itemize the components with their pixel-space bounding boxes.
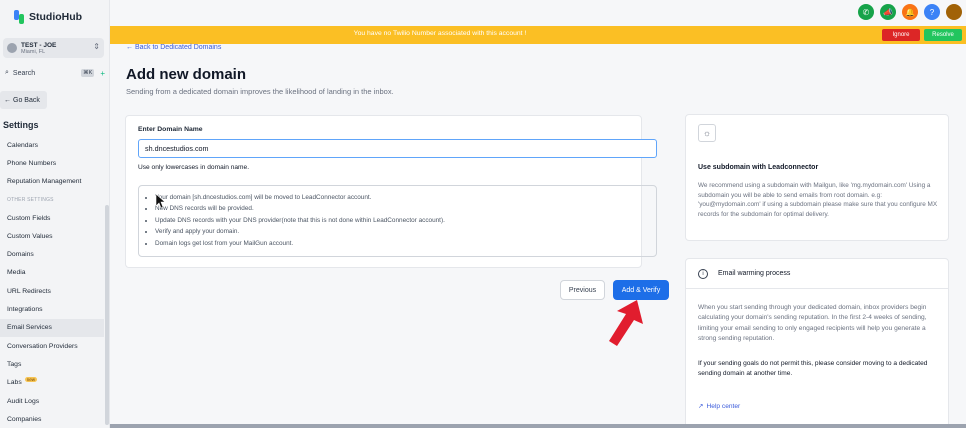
red-arrow-annotation	[609, 300, 643, 346]
sidebar-item-label: Reputation Management	[7, 178, 82, 186]
sidebar-item-domains[interactable]: Domains	[0, 245, 104, 263]
phone-icon[interactable]: ✆	[858, 4, 874, 20]
sidebar-item-label: OTHER SETTINGS	[7, 196, 54, 203]
megaphone-icon[interactable]: 📣	[880, 4, 896, 20]
migration-step: Your domain [sh.dncestudios.com] will be…	[155, 192, 656, 203]
brand-logo[interactable]: StudioHub	[14, 10, 82, 24]
bell-icon[interactable]: 🔔	[902, 4, 918, 20]
sidebar-item-audit-logs[interactable]: Audit Logs	[0, 392, 104, 410]
go-back-button[interactable]: ← Go Back	[0, 91, 47, 109]
mouse-cursor-icon	[156, 194, 166, 208]
search-shortcut: ⌘K	[81, 69, 95, 77]
external-link-icon: ↗	[698, 403, 704, 410]
sidebar-item-label: URL Redirects	[7, 287, 51, 295]
email-warming-card: i Email warming process When you start s…	[685, 258, 949, 428]
user-avatar[interactable]	[946, 4, 962, 20]
go-back-label: Go Back	[13, 96, 40, 104]
top-icon-bar: ✆ 📣 🔔?	[858, 4, 962, 20]
logo-icon	[14, 10, 25, 24]
account-switcher[interactable]: TEST - JOE Miami, FL ⇕	[3, 38, 104, 58]
sidebar-item-label: Email Services	[7, 324, 52, 332]
help-icon[interactable]: ?	[924, 4, 940, 20]
arrow-left-icon: ←	[126, 44, 133, 51]
sidebar-item-integrations[interactable]: Integrations	[0, 300, 104, 318]
arrow-left-icon: ←	[4, 96, 11, 104]
sidebar-item-conversation-providers[interactable]: Conversation Providers	[0, 337, 104, 355]
help-center-label: Help center	[706, 402, 741, 410]
migration-step: Domain logs get lost from your MailGun a…	[155, 238, 656, 249]
new-badge: new	[24, 377, 38, 383]
brand-name: StudioHub	[29, 11, 83, 23]
sidebar-item-companies[interactable]: Companies	[0, 410, 104, 428]
main-content: ← Back to Dedicated Domains Add new doma…	[110, 44, 966, 428]
sidebar-item-media[interactable]: Media	[0, 264, 104, 282]
migration-step: Update DNS records with your DNS provide…	[155, 215, 656, 226]
search-icon: ⌕	[5, 69, 9, 76]
search-label: Search	[12, 69, 36, 77]
domain-form-card: Enter Domain Name Use only lowercases in…	[125, 115, 657, 268]
quick-add-icon[interactable]: +	[100, 69, 105, 78]
sidebar-item-label: Audit Logs	[7, 397, 40, 405]
ignore-button[interactable]: Ignore	[882, 29, 920, 41]
sidebar-item-label: Custom Fields	[7, 214, 51, 222]
sidebar-item-custom-fields[interactable]: Custom Fields	[0, 209, 104, 227]
nav-section-label: OTHER SETTINGS	[0, 191, 104, 209]
back-to-domains-link[interactable]: ← Back to Dedicated Domains	[126, 44, 221, 51]
migration-step: New DNS records will be provided.	[155, 203, 656, 214]
chevron-updown-icon: ⇕	[93, 42, 100, 51]
subdomain-tip-card: ☼ Use subdomain with Leadconnector We re…	[685, 114, 949, 241]
sidebar-item-label: Custom Values	[7, 232, 53, 240]
sidebar-item-label: Integrations	[7, 306, 43, 314]
sidebar-item-label: Domains	[7, 251, 34, 259]
account-location: Miami, FL	[21, 48, 46, 55]
settings-title: Settings	[3, 120, 39, 130]
migration-steps-box: Your domain [sh.dncestudios.com] will be…	[138, 185, 657, 257]
page-title: Add new domain	[126, 66, 246, 83]
page-subtitle: Sending from a dedicated domain improves…	[126, 87, 394, 96]
sidebar-item-label: Companies	[7, 415, 42, 423]
warming-note: If your sending goals do not permit this…	[698, 360, 928, 378]
account-avatar	[7, 43, 17, 53]
horizontal-scrollbar[interactable]	[110, 424, 966, 428]
sidebar-item-label: Phone Numbers	[7, 159, 57, 167]
sidebar-item-email-services[interactable]: Email Services	[0, 318, 104, 337]
sidebar-scrollbar[interactable]	[105, 205, 109, 425]
help-center-link[interactable]: ↗ Help center	[698, 402, 741, 411]
warming-body: When you start sending through your dedi…	[698, 304, 927, 343]
back-link-label: Back to Dedicated Domains	[134, 44, 222, 51]
banner-text: You have no Twilio Number associated wit…	[353, 30, 527, 37]
sidebar-item-reputation-management[interactable]: Reputation Management	[0, 173, 104, 191]
account-name: TEST - JOE	[21, 41, 57, 49]
sidebar: StudioHub TEST - JOE Miami, FL ⇕ ⌕ Searc…	[0, 0, 110, 428]
sidebar-item-url-redirects[interactable]: URL Redirects	[0, 282, 104, 300]
resolve-button[interactable]: Resolve	[924, 29, 962, 41]
sidebar-item-label: Conversation Providers	[7, 342, 78, 350]
tip-title: Use subdomain with Leadconnector	[698, 164, 819, 171]
domain-input[interactable]	[138, 139, 657, 158]
migration-step: Verify and apply your domain.	[155, 226, 656, 237]
sidebar-item-tags[interactable]: Tags	[0, 355, 104, 373]
settings-nav: Calendars Phone Numbers Reputation Managem…	[0, 136, 104, 428]
previous-button[interactable]: Previous	[560, 280, 605, 300]
sidebar-item-calendars[interactable]: Calendars	[0, 136, 104, 154]
sidebar-item-custom-values[interactable]: Custom Values	[0, 227, 104, 245]
domain-helper-text: Use only lowercases in domain name.	[138, 164, 250, 171]
sidebar-search[interactable]: ⌕ Search ⌘K +	[5, 67, 105, 79]
info-icon: i	[698, 269, 708, 279]
sidebar-item-label: Tags	[7, 360, 22, 368]
warming-header: i Email warming process	[686, 259, 948, 289]
domain-field-label: Enter Domain Name	[138, 126, 203, 133]
sidebar-item-label: Labs	[7, 379, 22, 387]
sidebar-item-label: Calendars	[7, 141, 38, 149]
sidebar-item-label: Media	[7, 269, 26, 277]
tip-body: We recommend using a subdomain with Mail…	[698, 182, 938, 218]
add-verify-button[interactable]: Add & Verify	[613, 280, 669, 300]
warming-title: Email warming process	[718, 270, 791, 277]
twilio-warning-banner: You have no Twilio Number associated wit…	[110, 26, 966, 44]
lightbulb-icon: ☼	[698, 124, 716, 142]
sidebar-item-phone-numbers[interactable]: Phone Numbers	[0, 154, 104, 172]
sidebar-item-labs[interactable]: Labs new	[0, 374, 104, 392]
